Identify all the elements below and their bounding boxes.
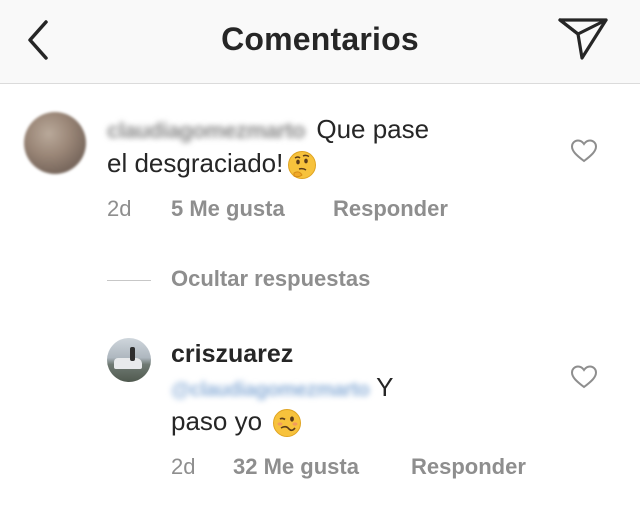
heart-icon — [570, 139, 598, 163]
top-bar: Comentarios — [0, 0, 640, 84]
like-button[interactable] — [570, 138, 598, 164]
reply-time: 2d — [171, 454, 196, 479]
comment-text: claudiagomezmarto Que pase — [107, 111, 547, 149]
paper-plane-icon — [558, 18, 608, 60]
share-button[interactable] — [556, 14, 612, 64]
reply-username[interactable]: criszuarez — [171, 340, 293, 369]
like-count[interactable]: 5 Me gusta — [171, 196, 285, 222]
avatar[interactable] — [24, 112, 86, 174]
comment-time: 2d — [107, 196, 132, 221]
comment-text-continued: el desgraciado! — [107, 145, 547, 181]
comment-text-line2: el desgraciado! — [107, 148, 284, 178]
hide-replies-button[interactable]: Ocultar respuestas — [171, 266, 370, 292]
comment-text-line1: Que pase — [316, 114, 430, 144]
reply-reply-button[interactable]: Responder — [411, 454, 526, 480]
reply-like-button[interactable] — [570, 364, 598, 390]
reply-text-line1: Y — [376, 372, 394, 402]
thinking-face-icon — [287, 150, 317, 180]
reply-text-continued: paso yo — [171, 403, 511, 439]
reply-mention[interactable]: @claudiagomezmarto — [171, 379, 370, 401]
reply-like-count[interactable]: 32 Me gusta — [233, 454, 359, 480]
divider — [107, 280, 151, 281]
comment-username[interactable]: claudiagomezmarto — [107, 113, 306, 149]
reply-avatar[interactable] — [107, 338, 151, 382]
woozy-face-icon — [272, 408, 302, 438]
comment-meta: 2d 5 Me gusta Responder — [107, 196, 527, 224]
page-title: Comentarios — [221, 21, 419, 57]
reply-button[interactable]: Responder — [333, 196, 448, 222]
reply-text-line2: paso yo — [171, 406, 263, 436]
heart-icon — [570, 365, 598, 389]
reply-meta: 2d 32 Me gusta Responder — [171, 454, 591, 482]
